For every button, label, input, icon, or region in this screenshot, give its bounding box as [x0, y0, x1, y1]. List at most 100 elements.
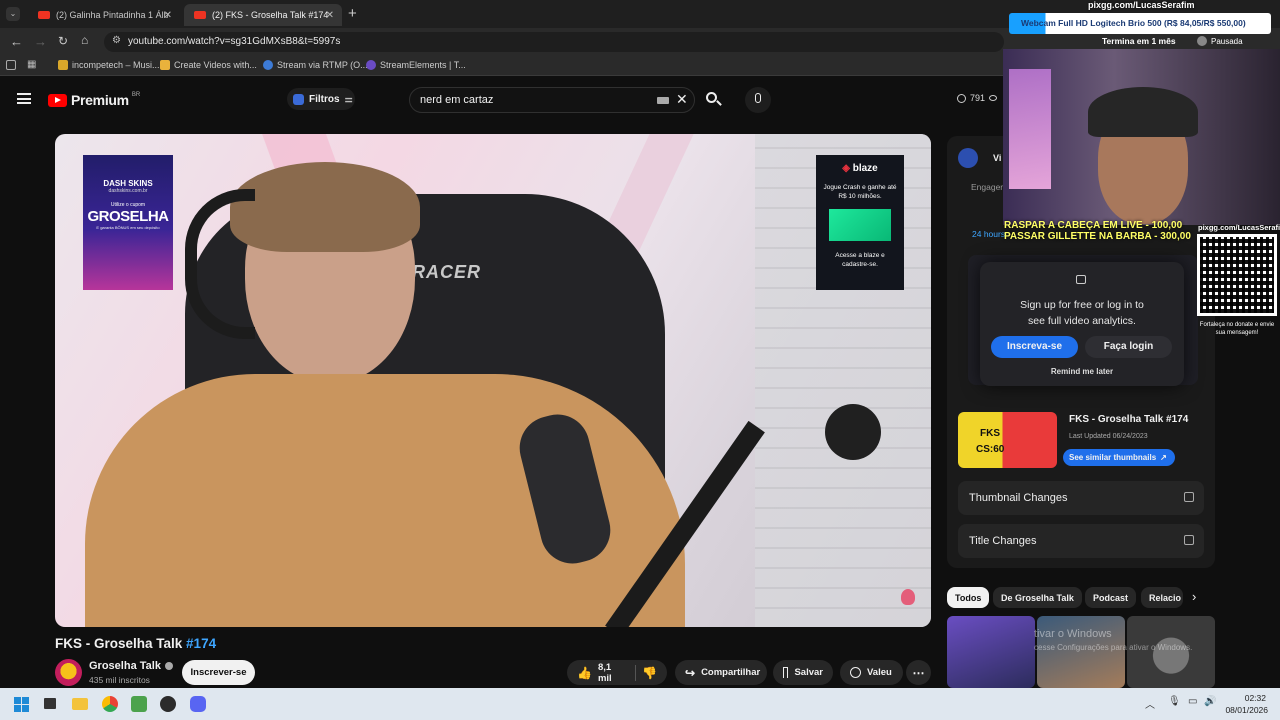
windows-start-icon[interactable]	[14, 697, 29, 712]
obs-icon[interactable]	[160, 696, 176, 712]
reload-icon[interactable]: ↻	[58, 34, 68, 48]
login-button[interactable]: Faça login	[1085, 336, 1172, 358]
more-icon: ⋯	[912, 665, 925, 680]
task-view-icon[interactable]	[44, 698, 56, 709]
blaze-ad[interactable]: ◈ blaze Jogue Crash e ganhe até R$ 10 mi…	[816, 155, 904, 290]
signup-text: Sign up for free or log in to see full v…	[1020, 299, 1144, 327]
clock-time[interactable]: 02:32	[1230, 693, 1266, 703]
donation-goal-2: PASSAR GILLETTE NA BARBA - 300,00	[1004, 231, 1191, 242]
back-icon[interactable]: ←	[10, 34, 23, 49]
browser-tab-active[interactable]: (2) FKS - Groselha Talk #174 - Y ✕	[184, 4, 342, 26]
video-thumbnail[interactable]: FKS CS:60	[958, 412, 1057, 468]
filters-button[interactable]: Filtros ⚌	[287, 88, 355, 110]
thumbs-down-icon: 👎	[642, 665, 657, 680]
paused-status: Pausada	[1197, 36, 1243, 46]
youtube-logo[interactable]: Premium BR	[48, 92, 140, 108]
voice-search-button[interactable]	[745, 87, 771, 113]
close-tab-icon[interactable]: ✕	[164, 10, 172, 21]
home-icon[interactable]: ⌂	[81, 33, 88, 47]
youtube-favicon-icon	[38, 11, 50, 19]
chevron-right-icon[interactable]: ›	[1192, 589, 1196, 604]
analytics-tab[interactable]: Vi	[993, 153, 1001, 163]
save-button[interactable]: Salvar	[773, 660, 833, 685]
person-hair	[230, 162, 420, 252]
hours-filter[interactable]: 24 hours	[972, 229, 1005, 239]
microphone-tray-icon[interactable]: 🎙	[1168, 696, 1181, 707]
youtube-play-icon	[48, 93, 67, 107]
similar-thumbnails-button[interactable]: See similar thumbnails ↗	[1063, 449, 1175, 466]
sliders-icon: ⚌	[344, 93, 353, 104]
blaze-cta: Acesse a blaze e cadastre-se.	[835, 252, 885, 268]
browser-tab[interactable]: (2) Galinha Pintadinha 1 Álbum ✕	[28, 4, 180, 26]
thumbnail-score: CS:60	[976, 444, 1005, 455]
menu-icon[interactable]	[17, 93, 31, 104]
bookmark-item[interactable]: incompetech – Musi...	[58, 60, 160, 70]
activation-watermark: tivar o Windows cesse Configurações para…	[1034, 628, 1193, 652]
forward-icon[interactable]: →	[34, 34, 47, 49]
apps-grid-icon[interactable]: ▦	[27, 59, 36, 70]
app-icon[interactable]	[131, 696, 147, 712]
share-button[interactable]: ↪ Compartilhar	[675, 660, 767, 685]
subscribe-button[interactable]: Inscrever-se	[182, 660, 255, 685]
discord-icon[interactable]	[190, 696, 206, 712]
clock-date[interactable]: 08/01/2026	[1224, 705, 1268, 715]
bookmark-item[interactable]: Create Videos with...	[160, 60, 257, 70]
blaze-logo-icon: ◈	[842, 163, 853, 174]
search-input[interactable]: nerd em cartaz ✕	[409, 87, 695, 113]
youtube-favicon-icon	[194, 11, 206, 19]
site-info-icon[interactable]: ⚙	[112, 35, 121, 46]
folder-icon	[58, 60, 68, 70]
recommended-video-thumbnail[interactable]	[947, 616, 1035, 688]
close-tab-icon[interactable]: ✕	[326, 10, 334, 21]
address-field[interactable]: ⚙ youtube.com/watch?v=sg31GdMXsB8&t=5997…	[104, 32, 1004, 52]
remind-later-link[interactable]: Remind me later	[980, 367, 1184, 376]
dash-skins-code: GROSELHA	[87, 208, 169, 225]
recommended-video-thumbnail[interactable]	[1037, 616, 1125, 688]
video-title: FKS - Groselha Talk #174	[55, 636, 217, 651]
tab-title: (2) Galinha Pintadinha 1 Álbum	[56, 10, 168, 20]
tray-chevron-icon[interactable]: ︿	[1145, 696, 1155, 711]
signup-button[interactable]: Inscreva-se	[991, 336, 1078, 358]
avatar	[1197, 36, 1207, 46]
bookmark-item[interactable]: Stream via RTMP (O...	[263, 60, 368, 70]
search-button[interactable]	[697, 87, 729, 113]
subscriber-count: 435 mil inscritos	[89, 675, 150, 685]
clock-icon	[957, 93, 966, 103]
video-player[interactable]: DXRACER DASH SKINS dashskins.com.br Util…	[55, 134, 931, 627]
thanks-button[interactable]: Valeu	[840, 660, 903, 685]
microphone-arm-joint	[825, 404, 881, 460]
views-counter: 791	[957, 93, 998, 103]
chip-todos[interactable]: Todos	[947, 587, 990, 608]
recommended-video-thumbnail[interactable]	[1127, 616, 1215, 688]
signup-card: Sign up for free or log in to see full v…	[980, 262, 1184, 386]
title-changes-button[interactable]: Title Changes	[958, 524, 1204, 558]
bookmark-favicon-icon	[160, 60, 170, 70]
streamer-cap	[1088, 87, 1198, 137]
bookmark-item[interactable]: StreamElements | T...	[366, 60, 466, 70]
dash-skins-ad[interactable]: DASH SKINS dashskins.com.br Utilize o cu…	[83, 155, 173, 290]
chip-podcast[interactable]: Podcast	[1085, 587, 1137, 608]
windows-taskbar: ︿ 🎙 ▭ 🔊 02:32 08/01/2026	[0, 688, 1280, 720]
chip-channel[interactable]: De Groselha Talk	[993, 587, 1082, 608]
clear-search-icon[interactable]: ✕	[676, 91, 688, 108]
channel-watermark-icon[interactable]	[901, 589, 915, 605]
hashtag-link[interactable]: #174	[186, 636, 216, 651]
channel-name[interactable]: Groselha Talk	[89, 660, 173, 672]
thumbnail-changes-button[interactable]: Thumbnail Changes	[958, 481, 1204, 515]
sidebar-toggle-icon[interactable]	[6, 60, 16, 70]
dash-skins-brand: DASH SKINS	[103, 179, 153, 188]
file-explorer-icon[interactable]	[72, 698, 88, 710]
volume-icon[interactable]: 🔊	[1204, 696, 1216, 707]
verified-icon	[164, 662, 173, 670]
channel-avatar[interactable]	[55, 659, 82, 686]
keyboard-icon[interactable]	[657, 97, 669, 104]
tab-list-dropdown[interactable]: ⌄	[6, 7, 20, 21]
chip-related[interactable]: Relacio	[1141, 587, 1183, 608]
new-tab-button[interactable]: +	[348, 5, 357, 22]
like-button[interactable]: 👍 8,1 mil	[577, 662, 623, 684]
network-icon[interactable]: ▭	[1188, 696, 1197, 707]
chrome-icon[interactable]	[102, 696, 118, 712]
bookmark-favicon-icon	[366, 60, 376, 70]
dislike-button[interactable]: 👎	[642, 666, 657, 680]
more-actions-button[interactable]: ⋯	[906, 660, 931, 685]
